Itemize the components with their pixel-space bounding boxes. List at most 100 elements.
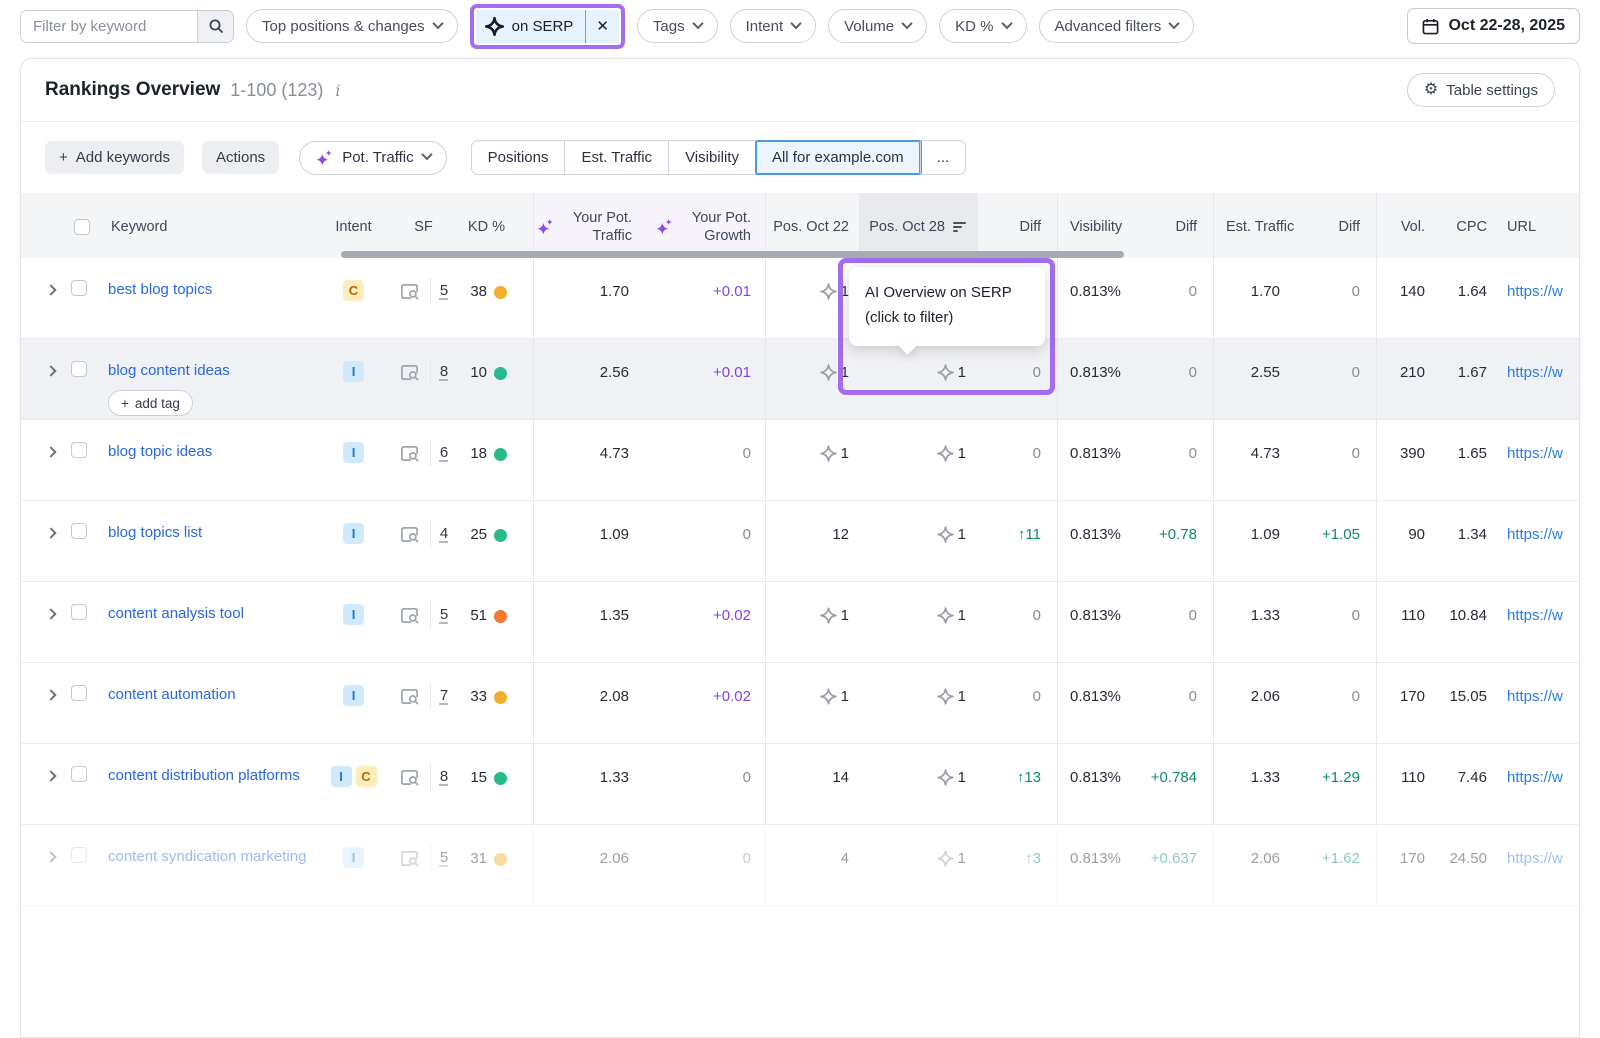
pot-traffic-dropdown[interactable]: Pot. Traffic bbox=[299, 141, 446, 175]
top-positions-dropdown[interactable]: Top positions & changes bbox=[246, 9, 458, 43]
serp-features-icon[interactable] bbox=[399, 687, 420, 706]
url-link[interactable]: https://w bbox=[1507, 607, 1563, 624]
close-icon[interactable]: ✕ bbox=[585, 10, 619, 43]
ai-overview-icon[interactable] bbox=[820, 445, 837, 462]
ai-overview-icon[interactable] bbox=[937, 607, 954, 624]
keyword-link[interactable]: best blog topics bbox=[108, 280, 212, 300]
expand-chevron-icon[interactable] bbox=[45, 608, 56, 619]
col-intent[interactable]: Intent bbox=[321, 193, 386, 258]
row-checkbox[interactable] bbox=[71, 766, 87, 782]
row-checkbox[interactable] bbox=[71, 847, 87, 863]
actions-button[interactable]: Actions bbox=[202, 141, 279, 174]
row-checkbox[interactable] bbox=[71, 280, 87, 296]
ai-overview-icon[interactable] bbox=[820, 688, 837, 705]
url-link[interactable]: https://w bbox=[1507, 364, 1563, 381]
col-pos-oct22[interactable]: Pos. Oct 22 bbox=[765, 193, 859, 258]
url-link[interactable]: https://w bbox=[1507, 283, 1563, 300]
ai-overview-icon[interactable] bbox=[820, 364, 837, 381]
kd-dropdown[interactable]: KD % bbox=[939, 9, 1026, 43]
expand-chevron-icon[interactable] bbox=[45, 689, 56, 700]
url-link[interactable]: https://w bbox=[1507, 688, 1563, 705]
add-keywords-button[interactable]: + Add keywords bbox=[45, 141, 184, 174]
col-sf[interactable]: SF bbox=[386, 193, 461, 258]
table-settings-button[interactable]: ⚙ Table settings bbox=[1407, 73, 1555, 107]
serp-features-count[interactable]: 7 bbox=[440, 687, 448, 704]
row-checkbox[interactable] bbox=[71, 685, 87, 701]
col-volume[interactable]: Vol. bbox=[1376, 193, 1433, 258]
col-kd[interactable]: KD % bbox=[461, 193, 533, 258]
tab-est-traffic[interactable]: Est. Traffic bbox=[565, 141, 669, 174]
serp-features-count[interactable]: 4 bbox=[440, 525, 448, 542]
col-visibility[interactable]: Visibility bbox=[1057, 193, 1133, 258]
keyword-link[interactable]: content automation bbox=[108, 685, 236, 705]
intent-dropdown[interactable]: Intent bbox=[730, 9, 817, 43]
horizontal-scrollbar[interactable] bbox=[341, 251, 1124, 258]
on-serp-filter-chip[interactable]: on SERP ✕ bbox=[476, 10, 619, 43]
tab--[interactable]: ... bbox=[921, 141, 966, 174]
keyword-link[interactable]: content analysis tool bbox=[108, 604, 244, 624]
url-link[interactable]: https://w bbox=[1507, 445, 1563, 462]
serp-features-icon[interactable] bbox=[399, 768, 420, 787]
col-pos-oct28[interactable]: Pos. Oct 28 bbox=[859, 193, 978, 258]
tab-positions[interactable]: Positions bbox=[472, 141, 566, 174]
expand-chevron-icon[interactable] bbox=[45, 365, 56, 376]
serp-features-count[interactable]: 6 bbox=[440, 444, 448, 461]
expand-chevron-icon[interactable] bbox=[45, 770, 56, 781]
serp-features-icon[interactable] bbox=[399, 282, 420, 301]
url-link[interactable]: https://w bbox=[1507, 850, 1563, 867]
ai-overview-icon[interactable] bbox=[937, 364, 954, 381]
keyword-link[interactable]: blog topic ideas bbox=[108, 442, 212, 462]
col-est-traffic[interactable]: Est. Traffic bbox=[1213, 193, 1296, 258]
serp-features-count[interactable]: 5 bbox=[440, 606, 448, 623]
volume-dropdown[interactable]: Volume bbox=[828, 9, 927, 43]
row-checkbox[interactable] bbox=[71, 442, 87, 458]
row-checkbox[interactable] bbox=[71, 523, 87, 539]
ai-overview-icon[interactable] bbox=[937, 445, 954, 462]
serp-features-icon[interactable] bbox=[399, 444, 420, 463]
info-icon[interactable]: i bbox=[335, 81, 340, 100]
expand-chevron-icon[interactable] bbox=[45, 284, 56, 295]
keyword-link[interactable]: blog topics list bbox=[108, 523, 202, 543]
expand-chevron-icon[interactable] bbox=[45, 851, 56, 862]
col-cpc[interactable]: CPC bbox=[1433, 193, 1493, 258]
tab-all-for-example-com[interactable]: All for example.com bbox=[756, 141, 921, 174]
serp-features-count[interactable]: 8 bbox=[440, 363, 448, 380]
col-pot-traffic[interactable]: Your Pot. Traffic bbox=[533, 193, 646, 258]
ai-overview-icon[interactable] bbox=[937, 688, 954, 705]
ai-overview-icon[interactable] bbox=[937, 769, 954, 786]
col-diff[interactable]: Diff bbox=[978, 193, 1057, 258]
advanced-filters-dropdown[interactable]: Advanced filters bbox=[1039, 9, 1195, 43]
url-link[interactable]: https://w bbox=[1507, 526, 1563, 543]
serp-features-count[interactable]: 8 bbox=[440, 768, 448, 785]
keyword-link[interactable]: content syndication marketing bbox=[108, 847, 306, 867]
date-range-button[interactable]: Oct 22-28, 2025 bbox=[1407, 8, 1580, 44]
row-checkbox[interactable] bbox=[71, 361, 87, 377]
expand-chevron-icon[interactable] bbox=[45, 527, 56, 538]
expand-chevron-icon[interactable] bbox=[45, 446, 56, 457]
serp-features-icon[interactable] bbox=[399, 525, 420, 544]
ai-overview-icon[interactable] bbox=[937, 526, 954, 543]
serp-features-count[interactable]: 5 bbox=[440, 849, 448, 866]
serp-features-icon[interactable] bbox=[399, 606, 420, 625]
row-checkbox[interactable] bbox=[71, 604, 87, 620]
col-keyword[interactable]: Keyword bbox=[111, 219, 167, 235]
col-diff3[interactable]: Diff bbox=[1296, 193, 1376, 258]
ai-overview-icon[interactable] bbox=[937, 850, 954, 867]
keyword-link[interactable]: blog content ideas bbox=[108, 361, 230, 381]
add-tag-button[interactable]: +add tag bbox=[108, 390, 193, 416]
select-all-checkbox[interactable] bbox=[74, 219, 90, 235]
col-diff2[interactable]: Diff bbox=[1133, 193, 1213, 258]
col-pot-growth[interactable]: Your Pot. Growth bbox=[646, 193, 765, 258]
search-button[interactable] bbox=[197, 11, 233, 42]
col-url[interactable]: URL bbox=[1493, 193, 1579, 258]
keyword-filter-input[interactable] bbox=[21, 11, 197, 42]
keyword-link[interactable]: content distribution platforms bbox=[108, 766, 300, 786]
serp-features-count[interactable]: 5 bbox=[440, 282, 448, 299]
serp-features-icon[interactable] bbox=[399, 363, 420, 382]
ai-overview-icon[interactable] bbox=[820, 607, 837, 624]
url-link[interactable]: https://w bbox=[1507, 769, 1563, 786]
serp-features-icon[interactable] bbox=[399, 849, 420, 868]
tab-visibility[interactable]: Visibility bbox=[669, 141, 756, 174]
ai-overview-icon[interactable] bbox=[820, 283, 837, 300]
tags-dropdown[interactable]: Tags bbox=[637, 9, 718, 43]
